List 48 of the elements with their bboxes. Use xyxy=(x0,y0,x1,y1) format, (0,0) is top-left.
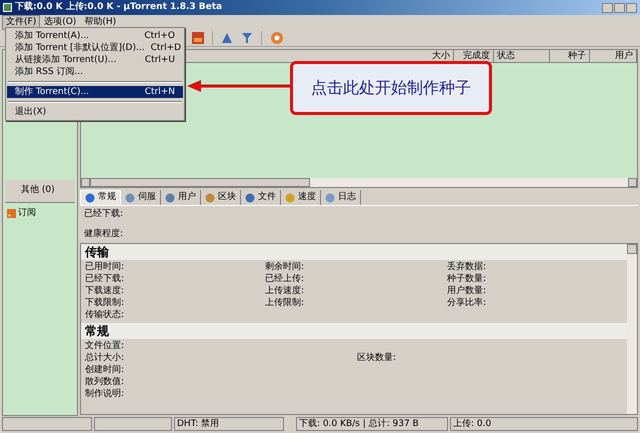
column-header[interactable]: 种子 xyxy=(550,50,590,62)
sidebar-item[interactable]: 其他 (0) xyxy=(5,180,75,202)
tab[interactable]: 用户 xyxy=(161,190,201,205)
column-header[interactable]: 状态 xyxy=(494,50,550,62)
tab[interactable]: 速度 xyxy=(281,190,321,205)
tab[interactable]: 伺服 xyxy=(121,190,161,205)
status-cell: DHT: 禁用 xyxy=(174,417,284,431)
section-header: 常规 xyxy=(81,323,627,339)
tab[interactable]: 文件 xyxy=(241,190,281,205)
menu-item[interactable]: 制作 Torrent(C)... Ctrl+N xyxy=(7,86,183,98)
tab[interactable]: 日志 xyxy=(321,190,361,205)
field-label: 已经下载: xyxy=(84,208,124,221)
field-label: 传输状态: xyxy=(85,310,126,321)
field-label: 已经上传: xyxy=(265,274,306,285)
field-label: 分享比率: xyxy=(447,298,488,309)
column-header[interactable]: 用户 xyxy=(590,50,637,62)
field-label: 制作说明: xyxy=(85,389,126,400)
menu-item[interactable]: 从链接添加 Torrent(U)... Ctrl+U xyxy=(7,54,183,66)
field-label: 文件位置: xyxy=(85,341,126,352)
field-label: 下载速度: xyxy=(85,286,126,297)
field-label: 散列数值: xyxy=(85,377,126,388)
menu-item[interactable]: 选项(O) xyxy=(40,14,80,30)
status-cell: 下载: 0.0 KB/s | 总计: 937 B xyxy=(296,417,448,431)
field-label: 区块数量: xyxy=(357,353,398,364)
menu-item[interactable]: 添加 RSS 订阅... xyxy=(7,66,183,78)
field-label: 上传限制: xyxy=(265,298,306,309)
status-cell: 上传: 0.0 xyxy=(450,417,638,431)
field-label: 已经下载: xyxy=(85,274,126,285)
field-label: 上传速度: xyxy=(265,286,306,297)
tab[interactable]: 区块 xyxy=(201,190,241,205)
tab[interactable]: 常规 xyxy=(80,190,121,205)
field-label: 总计大小: xyxy=(85,353,126,364)
window-title: 下载:0.0 K 上传:0.0 K - µTorrent 1.8.3 Beta xyxy=(15,3,222,12)
menu-item[interactable]: 帮助(H) xyxy=(80,14,120,30)
field-label: 用户数量: xyxy=(447,286,488,297)
sidebar-item[interactable]: 订阅 xyxy=(18,206,36,220)
field-label: 下载限制: xyxy=(85,298,126,309)
menu-item[interactable]: 退出(X) xyxy=(7,106,183,118)
field-label: 剩余时间: xyxy=(265,262,306,273)
field-label: 已用时间: xyxy=(85,262,126,273)
field-label: 创建时间: xyxy=(85,365,126,376)
section-header: 传输 xyxy=(81,244,627,260)
callout: 点击此处开始制作种子 xyxy=(290,61,492,115)
menu-item[interactable]: 添加 Torrent(A)... Ctrl+O xyxy=(7,30,183,42)
menu-item[interactable]: 添加 Torrent [非默认位置](D)... Ctrl+D xyxy=(7,42,183,54)
field-label: 健康程度: xyxy=(84,228,124,240)
field-label: 丢弃数据: xyxy=(447,262,488,273)
field-label: 种子数量: xyxy=(447,274,488,285)
